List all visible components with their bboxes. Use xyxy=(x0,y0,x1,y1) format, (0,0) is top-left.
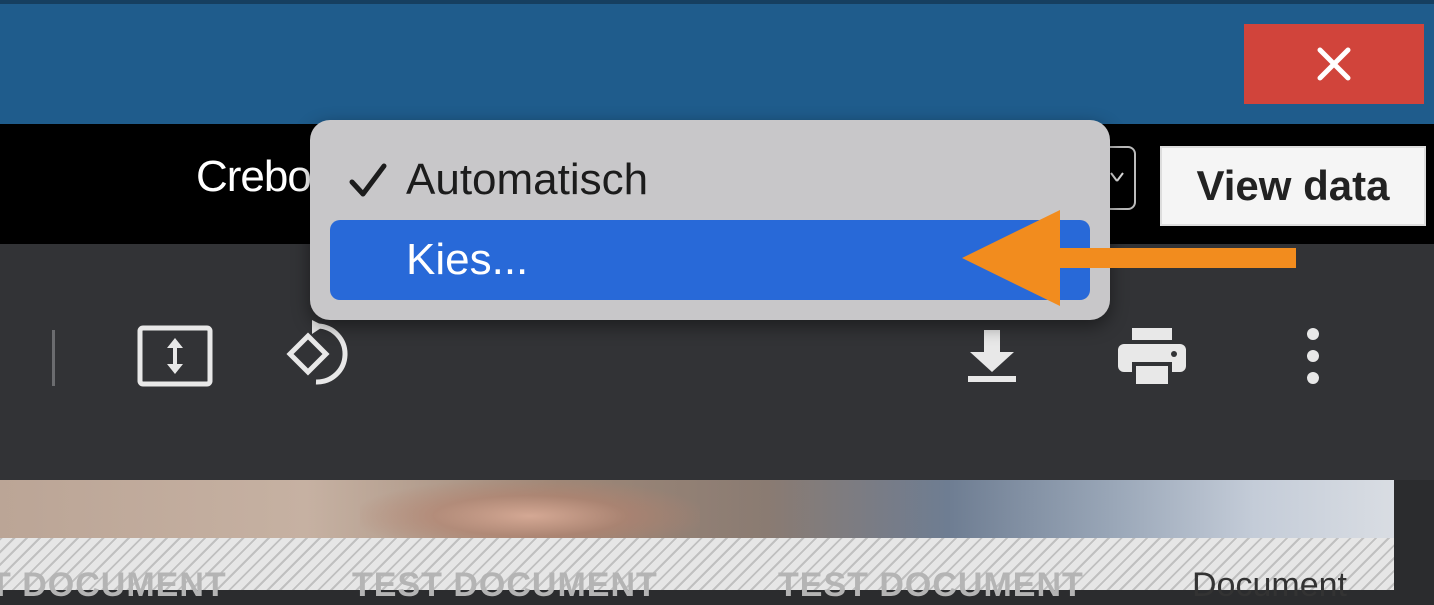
watermark-text: T DOCUMENT xyxy=(0,566,227,604)
rotate-icon[interactable] xyxy=(280,318,356,390)
document-photo xyxy=(360,480,700,540)
watermark-text: TEST DOCUMENT xyxy=(352,566,658,604)
menu-item-label: Automatisch xyxy=(406,155,649,204)
scrollbar-track[interactable] xyxy=(1394,480,1434,590)
chevron-down-icon xyxy=(1110,172,1124,182)
print-icon[interactable] xyxy=(1116,326,1188,388)
download-icon[interactable] xyxy=(962,326,1022,386)
menu-item-label: Kies... xyxy=(406,235,529,284)
more-vert-icon[interactable] xyxy=(1298,326,1328,386)
close-icon xyxy=(1317,47,1351,81)
checkmark-icon xyxy=(349,163,387,197)
document-label: Document xyxy=(1192,566,1347,604)
crebo-label: Crebo xyxy=(196,152,312,201)
toolbar-divider xyxy=(52,330,55,386)
annotation-arrow-icon xyxy=(962,210,1296,306)
close-button[interactable] xyxy=(1244,24,1424,104)
window-title-bar xyxy=(0,0,1434,124)
fit-page-icon[interactable] xyxy=(136,324,214,388)
watermark-text: TEST DOCUMENT xyxy=(778,566,1084,604)
